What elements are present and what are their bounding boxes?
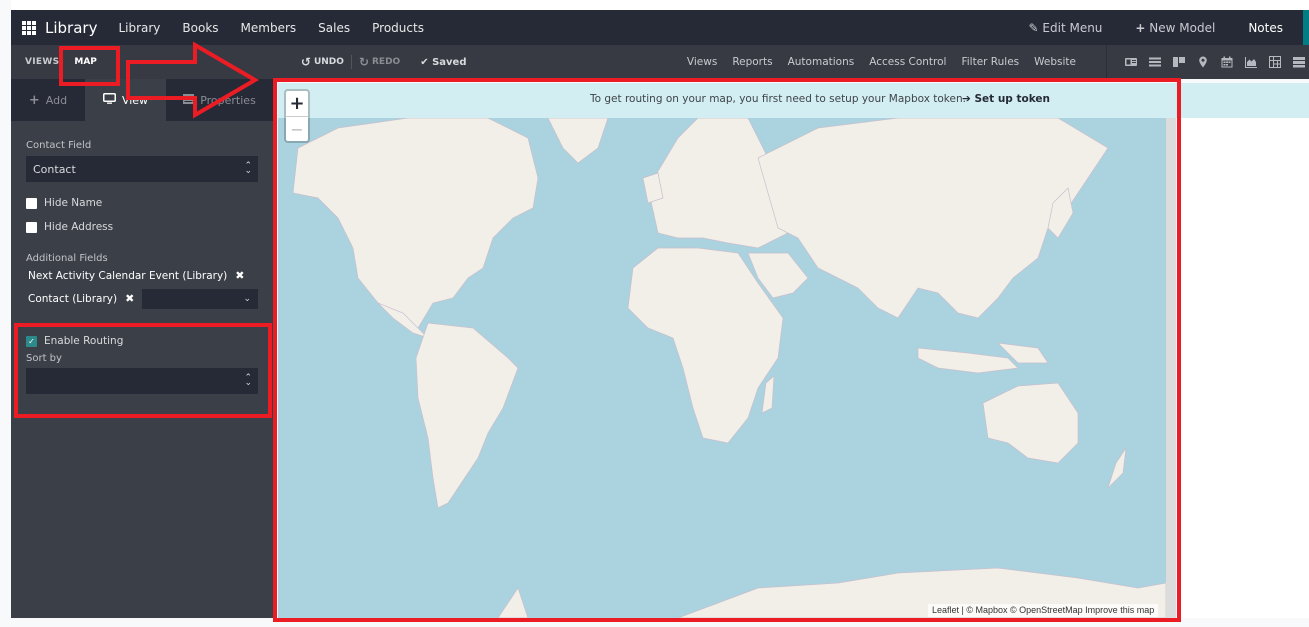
- kanban-view-icon[interactable]: [1173, 56, 1185, 68]
- new-model-button[interactable]: + New Model: [1135, 21, 1215, 35]
- map-view-icon[interactable]: [1197, 56, 1209, 68]
- menu-reports[interactable]: Reports: [732, 56, 772, 68]
- new-model-label: New Model: [1149, 20, 1216, 35]
- nav-item-sales[interactable]: Sales: [318, 21, 350, 35]
- notes-button[interactable]: Notes: [1248, 21, 1283, 35]
- undo-button[interactable]: ↺ UNDO: [301, 55, 344, 69]
- contact-field-select[interactable]: Contact ⌃ ⌄: [26, 156, 258, 182]
- remove-tag-icon[interactable]: ✖: [125, 292, 134, 305]
- divider: [350, 55, 352, 69]
- plus-icon: +: [1135, 20, 1146, 35]
- undo-icon: ↺: [300, 55, 311, 69]
- hide-address-checkbox[interactable]: [26, 221, 37, 233]
- annotation-arrow-icon: [126, 41, 259, 119]
- left-strip: [0, 0, 11, 627]
- view-switcher: [1106, 45, 1309, 79]
- remove-tag-icon[interactable]: ✖: [235, 269, 244, 282]
- additional-fields-label: Additional Fields: [26, 253, 108, 264]
- hide-name-row: Hide Name: [26, 191, 258, 215]
- additional-fields-dropdown[interactable]: ⌄: [142, 288, 258, 309]
- annotation-box-map-breadcrumb: [59, 46, 120, 86]
- pivot-view-icon[interactable]: [1269, 56, 1281, 68]
- content-background: [1177, 118, 1309, 618]
- nav-item-products[interactable]: Products: [372, 21, 424, 35]
- monitor-icon: [102, 93, 116, 107]
- navbar-right: ✎ Edit Menu + New Model Notes: [1029, 10, 1309, 45]
- calendar-view-icon[interactable]: [1221, 56, 1233, 68]
- tag-label: Contact (Library): [28, 292, 118, 305]
- nav-item-books[interactable]: Books: [182, 21, 218, 35]
- menu-views[interactable]: Views: [687, 56, 717, 68]
- contact-field-value: Contact: [33, 162, 76, 176]
- additional-field-tag: Contact (Library) ✖ ⌄: [26, 287, 258, 310]
- plus-icon: +: [28, 92, 40, 108]
- form-view-icon[interactable]: [1125, 56, 1137, 68]
- contact-field-label: Contact Field: [26, 140, 92, 151]
- menu-automations[interactable]: Automations: [788, 56, 855, 68]
- redo-button[interactable]: ↻ REDO: [359, 55, 400, 69]
- undo-label: UNDO: [313, 57, 344, 67]
- edit-menu-label: Edit Menu: [1042, 20, 1103, 35]
- annotation-box-map-view: [273, 78, 1181, 622]
- list-view-icon[interactable]: [1149, 56, 1161, 68]
- app-brand[interactable]: Library: [45, 19, 97, 37]
- nav-item-library[interactable]: Library: [118, 21, 160, 35]
- saved-label: Saved: [432, 56, 467, 68]
- chevron-down-icon: ⌄: [243, 293, 251, 304]
- additional-field-tag: Next Activity Calendar Event (Library) ✖: [26, 264, 258, 287]
- saved-status: ✔ Saved: [420, 57, 466, 68]
- updown-icon: ⌃ ⌄: [244, 161, 252, 176]
- graph-view-icon[interactable]: [1245, 56, 1257, 68]
- activity-view-icon[interactable]: [1293, 56, 1305, 68]
- menu-filter-rules[interactable]: Filter Rules: [961, 56, 1019, 68]
- pencil-icon: ✎: [1028, 20, 1039, 35]
- redo-label: REDO: [372, 57, 401, 67]
- hide-address-row: Hide Address: [26, 215, 258, 239]
- views-breadcrumb[interactable]: VIEWS: [25, 57, 59, 67]
- menu-website[interactable]: Website: [1034, 56, 1076, 68]
- redo-icon: ↻: [358, 55, 369, 69]
- studio-menu: Views Reports Automations Access Control…: [687, 56, 1076, 68]
- edit-menu-button[interactable]: ✎ Edit Menu: [1029, 21, 1103, 35]
- top-strip: [0, 0, 1309, 10]
- hide-address-label: Hide Address: [44, 221, 114, 233]
- annotation-box-routing: [14, 323, 272, 418]
- hide-name-checkbox[interactable]: [26, 197, 37, 209]
- grid-icon[interactable]: [22, 20, 36, 35]
- hide-name-label: Hide Name: [44, 197, 103, 209]
- screen: Library Library Books Members Sales Prod…: [0, 0, 1309, 627]
- nav-item-members[interactable]: Members: [241, 21, 297, 35]
- tab-add-label: Add: [45, 93, 68, 107]
- teal-edge: [1303, 10, 1309, 45]
- tag-label: Next Activity Calendar Event (Library): [28, 269, 228, 282]
- menu-access-control[interactable]: Access Control: [869, 56, 946, 68]
- check-icon: ✔: [420, 56, 429, 68]
